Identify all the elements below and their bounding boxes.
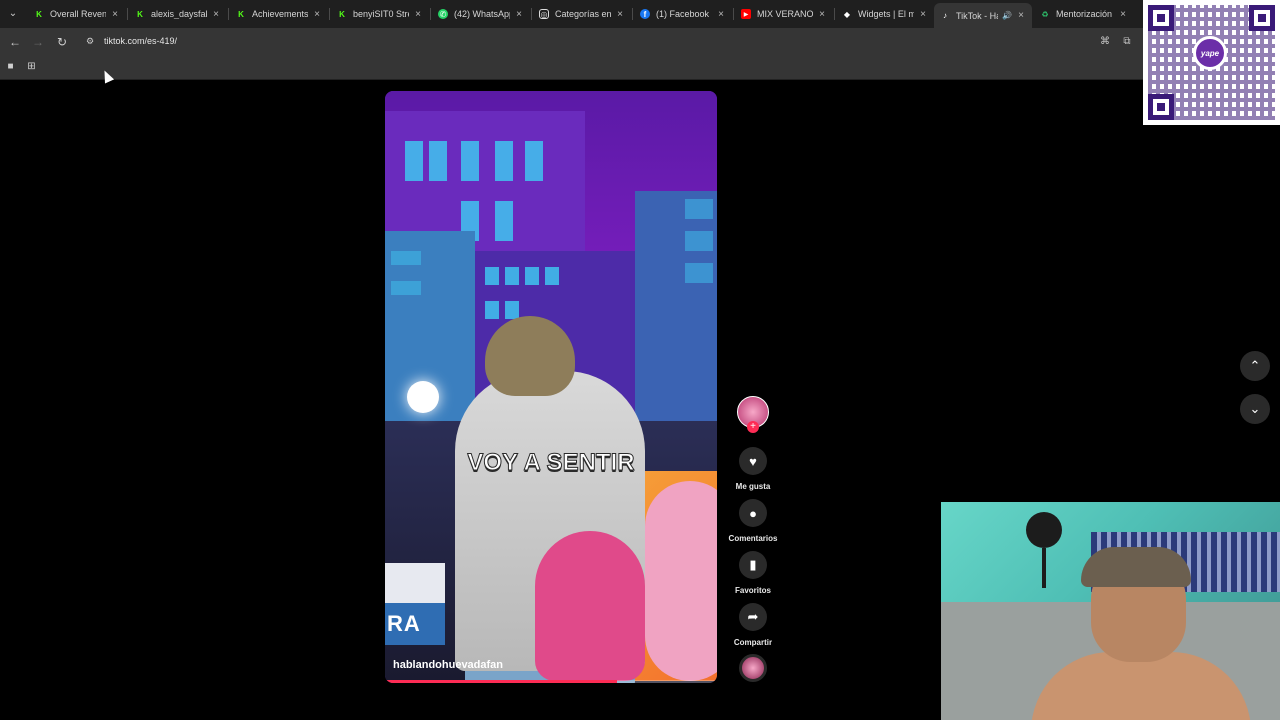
cartoon-character bbox=[535, 531, 645, 681]
site-info-icon[interactable]: ⚙ bbox=[86, 36, 96, 46]
bookmark-icon[interactable]: ▮ bbox=[739, 551, 767, 579]
fan bbox=[1026, 512, 1062, 548]
comment-label: Comentarios bbox=[728, 534, 778, 543]
instagram-icon: ◎ bbox=[539, 9, 549, 19]
close-tab-icon[interactable]: × bbox=[211, 9, 221, 20]
close-tab-icon[interactable]: × bbox=[413, 9, 423, 20]
tab-tiktok[interactable]: ♪ TikTok - Ha 🔊 × bbox=[934, 3, 1032, 28]
tab-categorias[interactable]: ◎ Categorías en × bbox=[533, 3, 631, 25]
video-caption: VOY A SENTIR bbox=[467, 449, 635, 477]
k-icon: K bbox=[137, 9, 143, 19]
next-video-chevron-down-icon[interactable]: ⌄ bbox=[1240, 394, 1270, 424]
close-tab-icon[interactable]: × bbox=[1016, 10, 1026, 21]
close-tab-icon[interactable]: × bbox=[312, 9, 322, 20]
close-tab-icon[interactable]: × bbox=[514, 9, 524, 20]
share-label: Compartir bbox=[733, 638, 773, 647]
webcam-overlay bbox=[941, 502, 1280, 720]
tab-facebook[interactable]: f (1) Facebook × bbox=[634, 3, 732, 25]
tab-overall-revenue[interactable]: K Overall Revenu × bbox=[28, 3, 126, 25]
speaker-icon[interactable]: 🔊 bbox=[1002, 11, 1012, 20]
close-tab-icon[interactable]: × bbox=[817, 9, 827, 20]
music-disc-icon[interactable] bbox=[739, 654, 767, 682]
recycle-icon: ♻ bbox=[1041, 9, 1049, 19]
like-heart-icon[interactable]: ♥ bbox=[739, 447, 767, 475]
back-icon[interactable]: ← bbox=[7, 34, 23, 50]
yape-logo: yape bbox=[1193, 36, 1227, 70]
k-icon: K bbox=[238, 9, 244, 19]
follow-plus-icon[interactable]: + bbox=[747, 421, 759, 433]
browser-toolbar bbox=[0, 28, 1280, 56]
k-icon: K bbox=[36, 9, 42, 19]
install-app-icon[interactable]: ⧉ bbox=[1121, 35, 1133, 47]
youtube-icon: ▶ bbox=[741, 9, 751, 19]
translate-icon[interactable]: ⌘ bbox=[1099, 35, 1111, 47]
close-tab-icon[interactable]: × bbox=[615, 9, 625, 20]
widget-icon: ◆ bbox=[843, 9, 851, 19]
tab-widgets[interactable]: ◆ Widgets | El m × bbox=[836, 3, 934, 25]
favorite-label: Favoritos bbox=[734, 586, 771, 595]
tiktok-icon: ♪ bbox=[943, 11, 947, 20]
side-card-text: RA bbox=[387, 611, 421, 636]
share-arrow-icon[interactable]: ➦ bbox=[739, 603, 767, 631]
video-author[interactable]: hablandohuevadafan bbox=[393, 659, 503, 671]
like-label: Me gusta bbox=[735, 482, 771, 491]
tab-alexis[interactable]: K alexis_daysfak × bbox=[129, 3, 227, 25]
previous-video-chevron-up-icon[interactable]: ⌃ bbox=[1240, 351, 1270, 381]
studio-light bbox=[407, 381, 439, 413]
video-progress-bar[interactable] bbox=[385, 680, 717, 683]
close-tab-icon[interactable]: × bbox=[716, 9, 726, 20]
tab-mentorizacion[interactable]: ♻ Mentorización × bbox=[1034, 3, 1134, 25]
reload-icon[interactable]: ↻ bbox=[54, 34, 70, 50]
tab-benyi[interactable]: K benyiSIT0 Stre × bbox=[331, 3, 429, 25]
video-progress-fill bbox=[385, 680, 618, 683]
tab-whatsapp[interactable]: ✆ (42) WhatsApp × bbox=[432, 3, 530, 25]
address-bar[interactable]: tiktok.com/es-419/ bbox=[104, 36, 177, 46]
tab-mix-verano[interactable]: ▶ MIX VERANO × bbox=[735, 3, 833, 25]
close-tab-icon[interactable]: × bbox=[918, 9, 928, 20]
bookmark-square-icon[interactable]: ■ bbox=[5, 61, 16, 72]
close-tab-icon[interactable]: × bbox=[1118, 9, 1128, 20]
tab-search-chevron-icon[interactable]: ⌄ bbox=[5, 5, 21, 21]
k-icon: K bbox=[339, 9, 345, 19]
screen: ⌄ K Overall Revenu × K alexis_daysfak × … bbox=[0, 0, 1280, 720]
close-tab-icon[interactable]: × bbox=[110, 9, 120, 20]
video-player[interactable]: RA VOY A SENTIR hablandohuevadafan bbox=[385, 91, 717, 683]
apps-grid-icon[interactable]: ⊞ bbox=[26, 61, 37, 72]
qr-code-overlay: yape bbox=[1143, 0, 1280, 125]
tab-achievements[interactable]: K Achievements × bbox=[230, 3, 328, 25]
whatsapp-icon: ✆ bbox=[438, 9, 448, 19]
forward-icon[interactable]: → bbox=[30, 34, 46, 50]
comment-icon[interactable]: ● bbox=[739, 499, 767, 527]
cartoon-character bbox=[645, 481, 717, 681]
facebook-icon: f bbox=[640, 9, 650, 19]
bookmarks-bar bbox=[0, 56, 1280, 80]
